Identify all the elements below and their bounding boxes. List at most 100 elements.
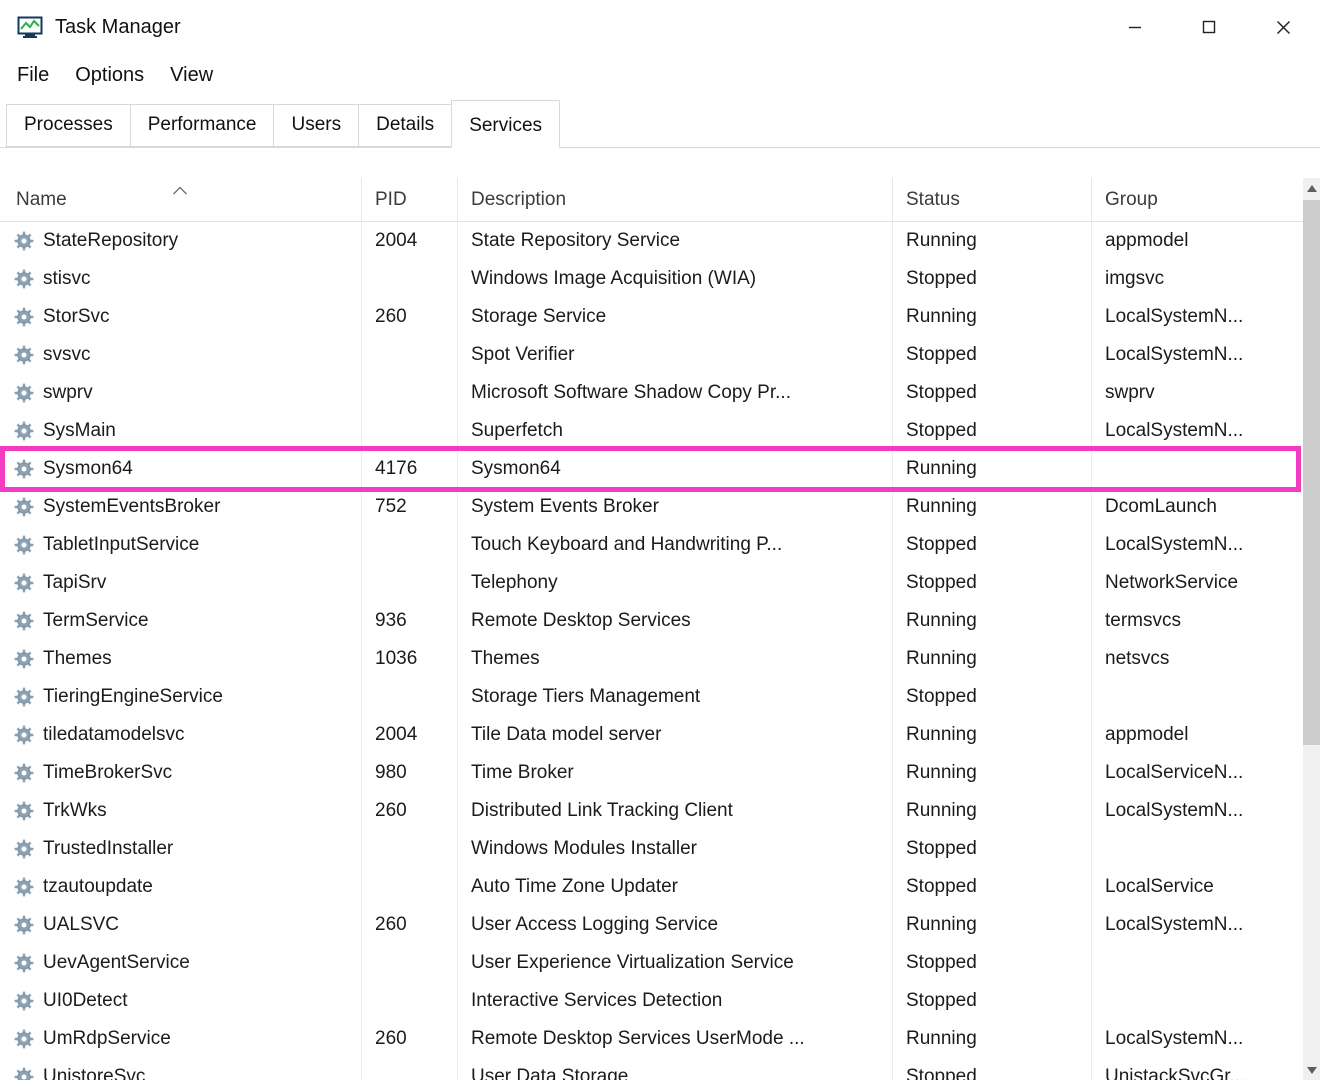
tab-users[interactable]: Users — [273, 104, 359, 147]
service-name-cell: UALSVC — [0, 906, 362, 944]
table-row[interactable]: Themes 1036 Themes Running netsvcs — [0, 640, 1303, 678]
table-row[interactable]: UnistoreSvc User Data Storage Stopped Un… — [0, 1058, 1303, 1080]
table-row[interactable]: swprv Microsoft Software Shadow Copy Pr.… — [0, 374, 1303, 412]
scrollbar-thumb[interactable] — [1303, 200, 1320, 745]
service-name: svsvc — [43, 344, 91, 366]
column-header-status[interactable]: Status — [893, 178, 1092, 221]
service-name: SystemEventsBroker — [43, 496, 220, 518]
service-description: Windows Modules Installer — [458, 830, 893, 868]
column-header-pid[interactable]: PID — [362, 178, 458, 221]
service-gear-icon — [14, 611, 34, 631]
table-row[interactable]: tiledatamodelsvc 2004 Tile Data model se… — [0, 716, 1303, 754]
service-description: Remote Desktop Services UserMode ... — [458, 1020, 893, 1058]
table-row[interactable]: UmRdpService 260 Remote Desktop Services… — [0, 1020, 1303, 1058]
table-row[interactable]: svsvc Spot Verifier Stopped LocalSystemN… — [0, 336, 1303, 374]
table-row[interactable]: StorSvc 260 Storage Service Running Loca… — [0, 298, 1303, 336]
table-row[interactable]: SystemEventsBroker 752 System Events Bro… — [0, 488, 1303, 526]
services-table-body: StateRepository 2004 State Repository Se… — [0, 222, 1303, 1080]
service-group — [1092, 944, 1303, 982]
tab-processes[interactable]: Processes — [6, 104, 131, 147]
service-name-cell: TrustedInstaller — [0, 830, 362, 868]
service-status: Stopped — [893, 868, 1092, 906]
service-pid — [362, 830, 458, 868]
service-pid — [362, 564, 458, 602]
service-pid — [362, 374, 458, 412]
minimize-button[interactable] — [1098, 0, 1172, 54]
table-row[interactable]: Sysmon64 4176 Sysmon64 Running — [0, 450, 1303, 488]
service-name-cell: tiledatamodelsvc — [0, 716, 362, 754]
services-table: Name PID Description Status Group — [0, 178, 1303, 1080]
tab-strip: Processes Performance Users Details Serv… — [0, 96, 1320, 148]
service-status: Stopped — [893, 1058, 1092, 1080]
table-row[interactable]: SysMain Superfetch Stopped LocalSystemN.… — [0, 412, 1303, 450]
service-group: LocalSystemN... — [1092, 906, 1303, 944]
column-header-name[interactable]: Name — [0, 178, 362, 221]
service-status: Stopped — [893, 944, 1092, 982]
table-row[interactable]: UevAgentService User Experience Virtuali… — [0, 944, 1303, 982]
maximize-button[interactable] — [1172, 0, 1246, 54]
service-name: stisvc — [43, 268, 91, 290]
service-pid: 2004 — [362, 716, 458, 754]
column-header-pid-label: PID — [375, 189, 407, 211]
service-group: NetworkService — [1092, 564, 1303, 602]
service-name-cell: TimeBrokerSvc — [0, 754, 362, 792]
service-name: Themes — [43, 648, 112, 670]
table-row[interactable]: TermService 936 Remote Desktop Services … — [0, 602, 1303, 640]
sort-ascending-icon — [172, 180, 188, 199]
table-row[interactable]: UI0Detect Interactive Services Detection… — [0, 982, 1303, 1020]
table-row[interactable]: StateRepository 2004 State Repository Se… — [0, 222, 1303, 260]
service-description: Tile Data model server — [458, 716, 893, 754]
service-name-cell: svsvc — [0, 336, 362, 374]
scrollbar-track[interactable] — [1303, 198, 1320, 1060]
tab-services[interactable]: Services — [451, 100, 560, 148]
close-button[interactable] — [1246, 0, 1320, 54]
service-group: appmodel — [1092, 222, 1303, 260]
table-row[interactable]: TimeBrokerSvc 980 Time Broker Running Lo… — [0, 754, 1303, 792]
service-status: Running — [893, 640, 1092, 678]
service-description: Sysmon64 — [458, 450, 893, 488]
menu-file[interactable]: File — [4, 60, 62, 91]
table-row[interactable]: TrustedInstaller Windows Modules Install… — [0, 830, 1303, 868]
table-row[interactable]: TabletInputService Touch Keyboard and Ha… — [0, 526, 1303, 564]
service-pid: 260 — [362, 1020, 458, 1058]
service-description: Themes — [458, 640, 893, 678]
service-description: Remote Desktop Services — [458, 602, 893, 640]
service-description: Superfetch — [458, 412, 893, 450]
close-icon — [1276, 20, 1291, 35]
tab-performance[interactable]: Performance — [130, 104, 275, 147]
service-gear-icon — [14, 535, 34, 555]
service-gear-icon — [14, 231, 34, 251]
menu-view[interactable]: View — [157, 60, 226, 91]
menu-bar: File Options View — [0, 54, 1320, 96]
service-description: Distributed Link Tracking Client — [458, 792, 893, 830]
column-header-description[interactable]: Description — [458, 178, 893, 221]
table-row[interactable]: TapiSrv Telephony Stopped NetworkService — [0, 564, 1303, 602]
service-name: tzautoupdate — [43, 876, 153, 898]
service-gear-icon — [14, 801, 34, 821]
menu-options[interactable]: Options — [62, 60, 157, 91]
service-status: Stopped — [893, 982, 1092, 1020]
service-group: DcomLaunch — [1092, 488, 1303, 526]
table-row[interactable]: TieringEngineService Storage Tiers Manag… — [0, 678, 1303, 716]
service-name: SysMain — [43, 420, 116, 442]
table-row[interactable]: tzautoupdate Auto Time Zone Updater Stop… — [0, 868, 1303, 906]
service-pid: 2004 — [362, 222, 458, 260]
service-name: swprv — [43, 382, 93, 404]
table-row[interactable]: stisvc Windows Image Acquisition (WIA) S… — [0, 260, 1303, 298]
service-name: UmRdpService — [43, 1028, 171, 1050]
service-name-cell: Themes — [0, 640, 362, 678]
service-gear-icon — [14, 269, 34, 289]
scrollbar-down-button[interactable] — [1303, 1060, 1320, 1080]
column-header-description-label: Description — [471, 189, 566, 211]
tab-details[interactable]: Details — [358, 104, 452, 147]
service-gear-icon — [14, 725, 34, 745]
window-title: Task Manager — [55, 16, 181, 39]
service-description: Storage Service — [458, 298, 893, 336]
vertical-scrollbar[interactable] — [1303, 178, 1320, 1080]
service-description: Touch Keyboard and Handwriting P... — [458, 526, 893, 564]
service-gear-icon — [14, 953, 34, 973]
table-row[interactable]: UALSVC 260 User Access Logging Service R… — [0, 906, 1303, 944]
column-header-group[interactable]: Group — [1092, 178, 1303, 221]
scrollbar-up-button[interactable] — [1303, 178, 1320, 198]
table-row[interactable]: TrkWks 260 Distributed Link Tracking Cli… — [0, 792, 1303, 830]
